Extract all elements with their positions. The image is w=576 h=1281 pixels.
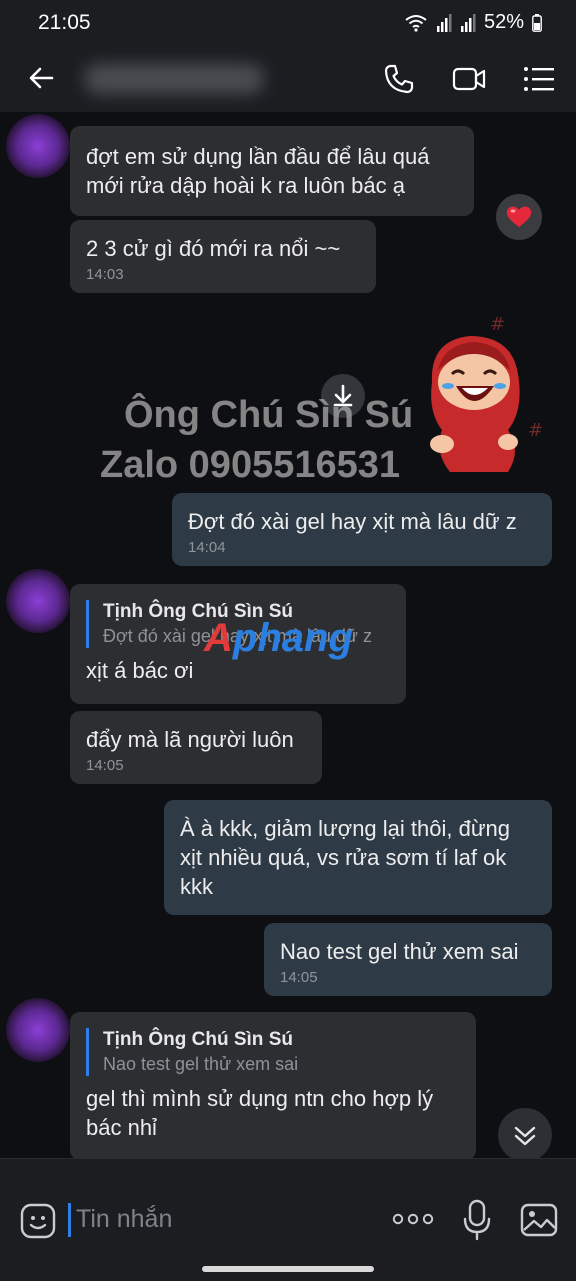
message-text-line: kkk [180,874,213,899]
contact-name-blurred[interactable] [84,64,264,94]
battery-percent: 52% [483,11,524,33]
message-text-line: mới rửa dập hoài k ra luôn bác ạ [86,173,405,198]
home-indicator[interactable] [202,1266,374,1272]
message-text-line: xịt nhiều quá, vs rửa sơm tí laf ok [180,845,507,870]
svg-text:#: # [490,314,505,335]
message-bubble-outgoing[interactable]: Nao test gel thử xem sai 14:05 [264,923,552,996]
back-arrow-icon[interactable] [26,62,58,94]
sticker-image[interactable]: # # [412,312,552,482]
avatar[interactable] [6,998,70,1062]
message-text: 2 3 cử gì đó mới ra nổi ~~ [86,236,341,261]
status-bar: 21:05 52% [0,0,576,44]
video-call-icon[interactable] [452,62,486,96]
svg-text:#: # [528,420,543,441]
text-caret [68,1203,71,1237]
message-text: Nao test gel thử xem sai [280,939,519,964]
composer-bar: Tin nhắn [0,1158,576,1281]
message-bubble-outgoing[interactable]: Đợt đó xài gel hay xịt mà lâu dữ z 14:04 [172,493,552,566]
message-text-line: bác nhỉ [86,1115,157,1140]
message-bubble-incoming[interactable]: đẩy mà lã người luôn 14:05 [70,711,322,784]
message-time: 14:05 [86,757,124,774]
message-time: 14:05 [280,969,318,986]
message-time: 14:04 [188,539,226,556]
watermark-line-1: Ông Chú Sìn Sú [124,394,414,436]
aphang-logo: Aphang [204,616,353,661]
message-bubble-incoming[interactable]: đợt em sử dụng lần đầu để lâu quá mới rử… [70,126,474,216]
message-bubble-reply[interactable]: Tịnh Ông Chú Sìn Sú Nao test gel thử xem… [70,1012,476,1158]
logo-part-2: phang [232,616,353,660]
message-time: 14:03 [86,266,124,283]
double-chevron-down-icon [514,1126,536,1146]
more-options-icon[interactable] [392,1213,434,1225]
watermark-line-2: Zalo 0905516531 [100,444,401,486]
phone-icon[interactable] [382,62,416,96]
signal-icon [436,13,452,32]
message-text-line: gel thì mình sử dụng ntn cho hợp lý [86,1086,434,1111]
emoji-icon[interactable] [20,1203,56,1239]
avatar[interactable] [6,569,70,633]
message-input[interactable]: Tin nhắn [76,1205,172,1234]
status-right: 52% [404,11,542,34]
avatar[interactable] [6,114,70,178]
quoted-message[interactable]: Tịnh Ông Chú Sìn Sú Nao test gel thử xem… [86,1028,460,1076]
reaction-button[interactable] [496,194,542,240]
signal-icon-2 [460,13,476,32]
quoted-text: Nao test gel thử xem sai [103,1054,299,1074]
heart-icon [506,206,532,227]
menu-icon[interactable] [522,62,556,96]
scroll-to-bottom-button[interactable] [498,1108,552,1158]
message-bubble-incoming[interactable]: 2 3 cử gì đó mới ra nổi ~~ 14:03 [70,220,376,293]
message-list[interactable]: đợt em sử dụng lần đầu để lâu quá mới rử… [0,112,576,1158]
battery-icon [532,13,542,32]
message-bubble-outgoing[interactable]: À à kkk, giảm lượng lại thôi, đừng xịt n… [164,800,552,915]
chat-header [0,44,576,112]
quoted-sender: Tịnh Ông Chú Sìn Sú [103,1029,293,1050]
image-icon[interactable] [520,1203,558,1237]
message-text-line: đợt em sử dụng lần đầu để lâu quá [86,144,430,169]
message-text-line: À à kkk, giảm lượng lại thôi, đừng [180,816,511,841]
microphone-icon[interactable] [462,1199,492,1241]
logo-part-1: A [204,616,233,660]
status-time: 21:05 [38,11,91,34]
message-text: Đợt đó xài gel hay xịt mà lâu dữ z [188,509,517,534]
message-text: đẩy mà lã người luôn [86,727,294,752]
wifi-icon [405,14,427,32]
